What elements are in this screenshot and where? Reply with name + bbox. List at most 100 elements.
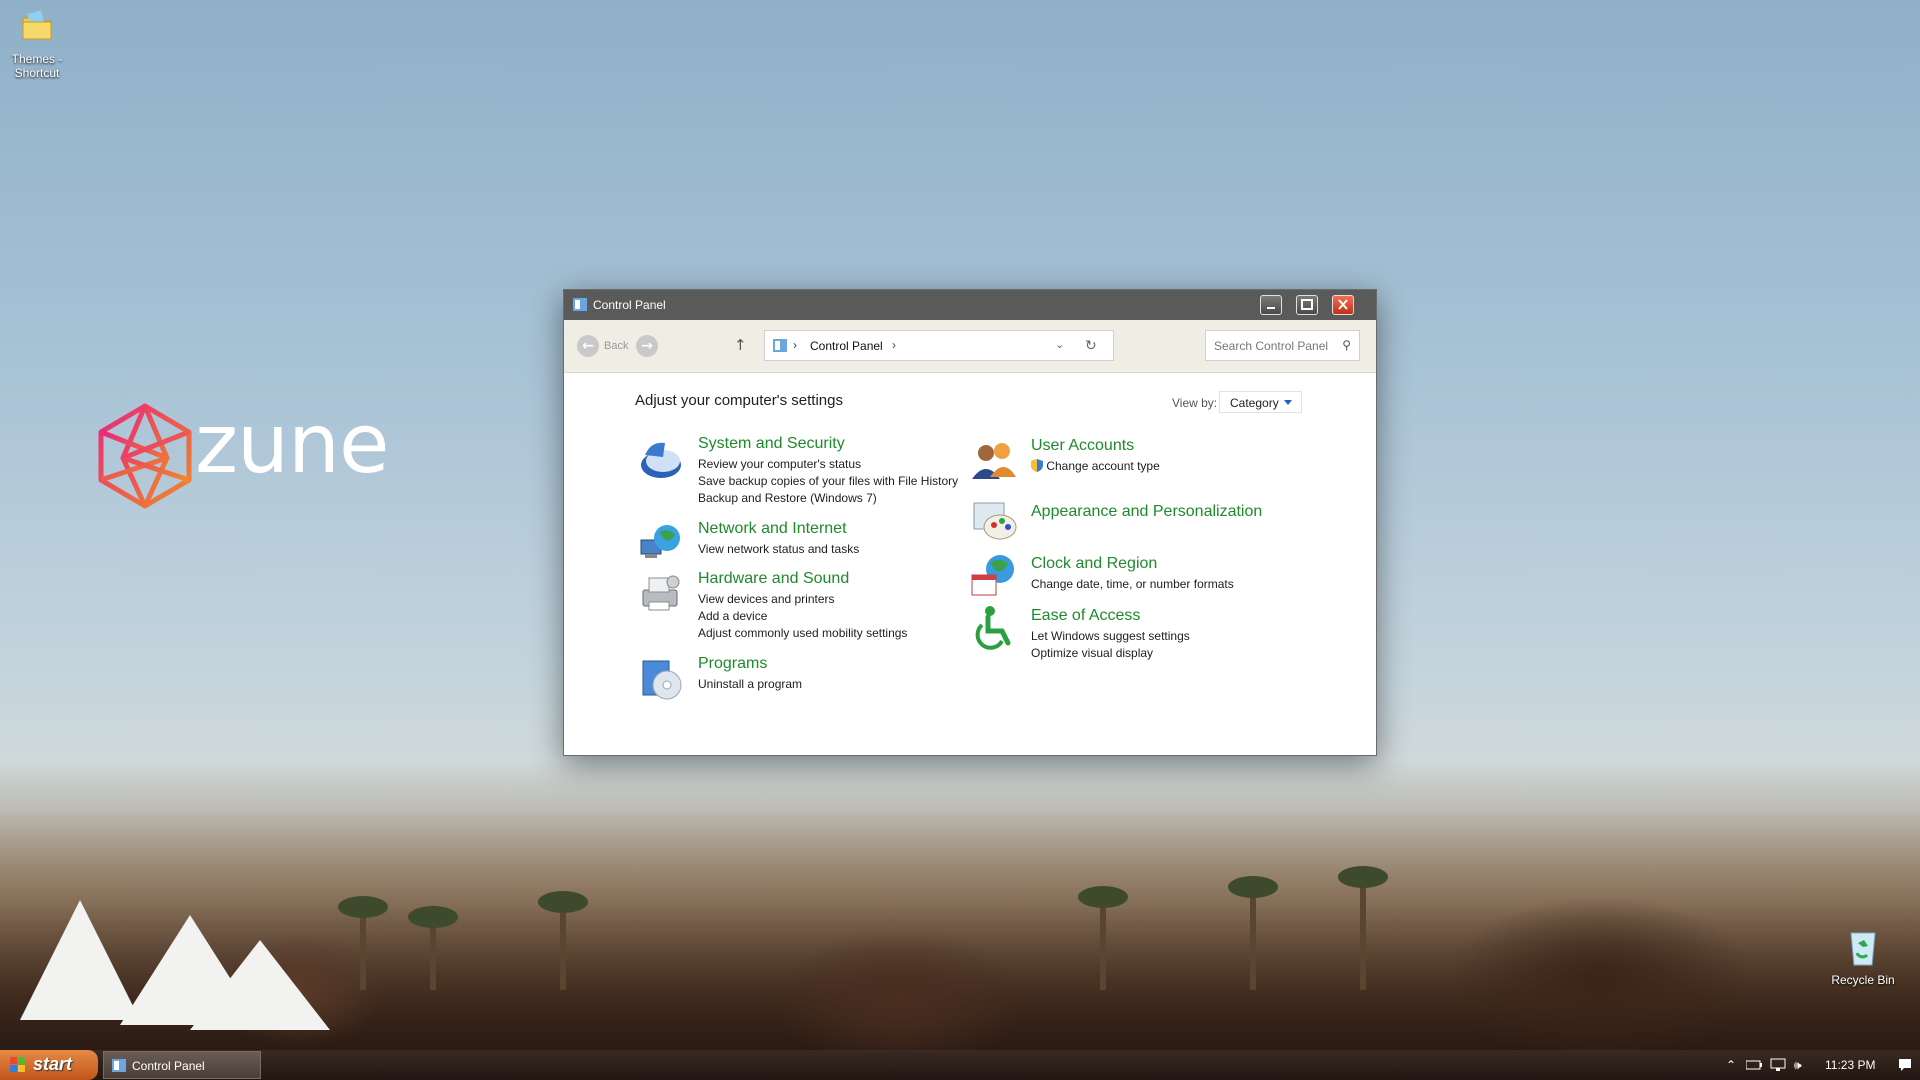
address-dropdown-icon[interactable]: ⌄ <box>1055 338 1064 351</box>
clock-globe-icon <box>971 555 1014 596</box>
wallpaper-palm <box>1228 876 1278 990</box>
control-panel-icon <box>112 1059 126 1072</box>
wallpaper-palm <box>1338 866 1388 990</box>
taskbar-item-control-panel[interactable]: Control Panel <box>103 1051 261 1079</box>
battery-icon[interactable] <box>1746 1059 1764 1071</box>
volume-icon[interactable]: 🕪 <box>1794 1058 1802 1073</box>
palette-icon <box>973 502 1017 540</box>
network-globe-icon <box>640 525 680 558</box>
network-icon[interactable] <box>1770 1058 1786 1072</box>
dropdown-caret-icon <box>1284 400 1292 405</box>
category-title[interactable]: Clock and Region <box>1031 555 1157 573</box>
close-icon <box>1338 299 1348 310</box>
desktop-icon-recycle-bin[interactable]: Recycle Bin <box>1823 927 1903 987</box>
category-title[interactable]: Hardware and Sound <box>698 570 849 588</box>
category-title[interactable]: Ease of Access <box>1031 607 1140 625</box>
category-title[interactable]: Programs <box>698 655 767 673</box>
page-title: Adjust your computer's settings <box>635 392 843 409</box>
back-label: Back <box>604 340 629 352</box>
search-input[interactable] <box>1212 338 1336 354</box>
category-link[interactable]: Uninstall a program <box>698 676 802 693</box>
taskbar-item-label: Control Panel <box>132 1059 205 1073</box>
category-link[interactable]: View network status and tasks <box>698 541 859 558</box>
zune-logo-mark <box>98 403 192 509</box>
category-link[interactable]: Add a device <box>698 608 907 625</box>
category-title[interactable]: Appearance and Personalization <box>1031 503 1262 521</box>
minimize-button[interactable] <box>1260 295 1282 315</box>
category-link[interactable]: Change account type <box>1031 458 1160 475</box>
wallpaper-palm <box>338 896 388 990</box>
view-by-dropdown[interactable]: Category <box>1219 391 1302 413</box>
forward-button[interactable]: → <box>636 335 658 357</box>
desktop-icon-label: Themes - Shortcut <box>11 52 63 80</box>
shield-icon <box>641 442 681 478</box>
up-button[interactable]: ↑ <box>734 336 747 354</box>
category-programs: Programs Uninstall a program <box>637 655 937 700</box>
close-button[interactable] <box>1332 295 1354 315</box>
control-panel-icon <box>573 298 587 311</box>
address-bar[interactable]: › Control Panel › ⌄ ↻ <box>764 330 1114 361</box>
category-link[interactable]: Let Windows suggest settings <box>1031 628 1190 645</box>
printer-icon <box>642 575 680 611</box>
recycle-bin-icon <box>1850 932 1876 966</box>
title-bar[interactable]: Control Panel <box>564 290 1376 320</box>
view-by-value: Category <box>1230 396 1279 410</box>
breadcrumb-chevron-icon: › <box>793 338 797 352</box>
notifications-icon[interactable] <box>1898 1058 1912 1072</box>
back-arrow-icon: ← <box>582 338 594 354</box>
up-arrow-icon: ↑ <box>734 336 747 354</box>
wallpaper-palm <box>408 906 458 990</box>
zune-logo: zune <box>95 402 415 512</box>
programs-disc-icon <box>642 660 682 700</box>
breadcrumb-control-panel[interactable]: Control Panel <box>810 339 883 353</box>
category-link[interactable]: Optimize visual display <box>1031 645 1190 662</box>
category-link-label: Change account type <box>1046 459 1160 473</box>
category-network-and-internet: Network and Internet View network status… <box>637 520 937 564</box>
system-tray: ⌃ 🕪 11:23 PM <box>1720 1050 1920 1080</box>
clock[interactable]: 11:23 PM <box>1825 1058 1875 1072</box>
maximize-icon <box>1301 299 1313 310</box>
category-link[interactable]: Adjust commonly used mobility settings <box>698 625 907 642</box>
category-link[interactable]: Save backup copies of your files with Fi… <box>698 473 958 490</box>
category-link[interactable]: View devices and printers <box>698 591 907 608</box>
category-link[interactable]: Change date, time, or number formats <box>1031 576 1234 593</box>
category-title[interactable]: Network and Internet <box>698 520 847 538</box>
zune-logo-text: zune <box>195 397 389 492</box>
back-button[interactable]: ← <box>577 335 599 357</box>
category-user-accounts: User Accounts Change account type <box>970 437 1300 481</box>
start-button[interactable]: start <box>0 1050 98 1080</box>
view-by-label: View by: <box>1172 396 1218 410</box>
category-title[interactable]: User Accounts <box>1031 437 1134 455</box>
taskbar: start Control Panel ⌃ 🕪 11:23 PM <box>0 1050 1920 1080</box>
control-panel-icon <box>773 339 787 352</box>
category-system-and-security: System and Security Review your computer… <box>637 435 958 505</box>
search-icon[interactable]: ⚲ <box>1342 338 1351 352</box>
start-label: start <box>33 1054 73 1074</box>
show-hidden-icons-chevron-icon[interactable]: ⌃ <box>1726 1058 1736 1072</box>
category-title[interactable]: System and Security <box>698 435 845 453</box>
search-box[interactable]: ⚲ <box>1205 330 1360 361</box>
desktop-icon-label: Recycle Bin <box>1831 973 1895 987</box>
maximize-button[interactable] <box>1296 295 1318 315</box>
uac-shield-icon <box>1031 459 1043 472</box>
category-clock-and-region: Clock and Region Change date, time, or n… <box>970 551 1300 596</box>
category-ease-of-access: Ease of Access Let Windows suggest setti… <box>970 603 1300 660</box>
wallpaper-palm <box>1078 886 1128 990</box>
refresh-icon[interactable]: ↻ <box>1085 337 1097 354</box>
window-title: Control Panel <box>593 298 666 312</box>
navigation-toolbar: ← Back → ↑ › Control Panel › ⌄ ↻ ⚲ <box>564 320 1376 373</box>
folder-shortcut-icon <box>22 10 52 40</box>
wallpaper-palm <box>538 891 588 990</box>
category-link[interactable]: Review your computer's status <box>698 456 958 473</box>
category-link[interactable]: Backup and Restore (Windows 7) <box>698 490 958 507</box>
category-appearance-and-personalization: Appearance and Personalization <box>970 497 1300 545</box>
category-hardware-and-sound: Hardware and Sound View devices and prin… <box>637 570 937 640</box>
minimize-icon <box>1267 307 1275 309</box>
breadcrumb-chevron-icon[interactable]: › <box>892 338 896 352</box>
content-area: Adjust your computer's settings View by:… <box>564 373 1376 753</box>
accessibility-icon <box>975 606 1011 650</box>
forward-arrow-icon: → <box>641 338 653 354</box>
control-panel-window: Control Panel ← Back → ↑ › Control Panel… <box>563 289 1377 756</box>
windows-flag-icon <box>10 1057 25 1072</box>
desktop-icon-themes-shortcut[interactable]: Themes - Shortcut <box>0 6 77 80</box>
